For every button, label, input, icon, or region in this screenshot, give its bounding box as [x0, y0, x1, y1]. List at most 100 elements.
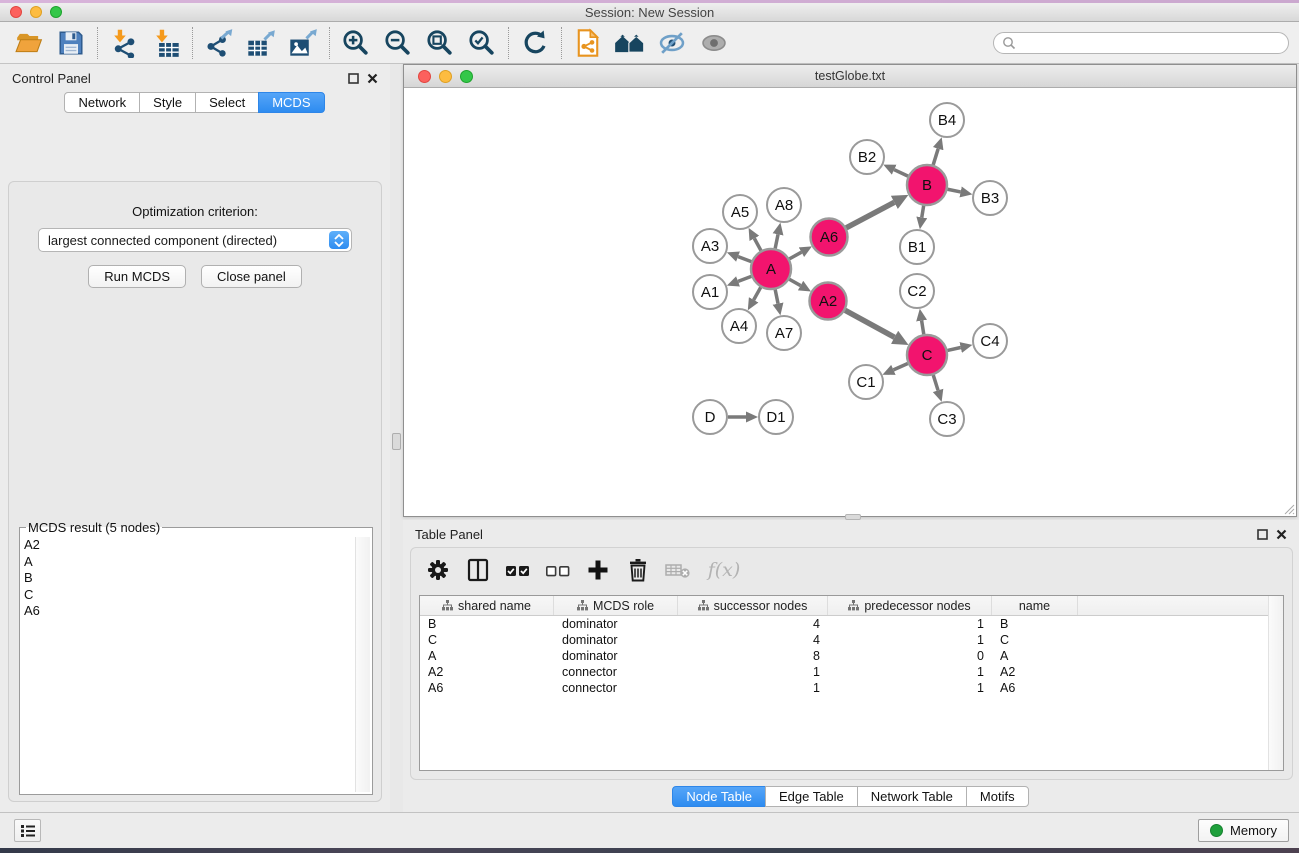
tab-network-table[interactable]: Network Table	[857, 786, 967, 807]
search-box[interactable]	[993, 32, 1289, 54]
panel-selector-button[interactable]	[14, 819, 41, 842]
table-row[interactable]: A6connector11A6	[420, 680, 1283, 696]
edge-B-B4[interactable]	[933, 149, 938, 165]
node-A4[interactable]: A4	[722, 309, 756, 343]
node-B4[interactable]: B4	[930, 103, 964, 137]
node-A6[interactable]: A6	[811, 219, 848, 256]
zoom-in-button[interactable]	[335, 25, 377, 61]
edge-A-A1[interactable]	[738, 276, 751, 281]
refresh-button[interactable]	[514, 25, 556, 61]
node-C[interactable]: C	[907, 335, 947, 375]
hide-selected-button[interactable]	[651, 25, 693, 61]
result-item[interactable]: A	[24, 554, 372, 571]
column-header-name[interactable]: name	[992, 596, 1078, 615]
tab-edge-table[interactable]: Edge Table	[765, 786, 858, 807]
float-panel-icon[interactable]	[1257, 529, 1268, 540]
import-network-button[interactable]	[103, 25, 145, 61]
node-B[interactable]: B	[907, 165, 947, 205]
import-table-button[interactable]	[145, 25, 187, 61]
node-D[interactable]: D	[693, 400, 727, 434]
node-C1[interactable]: C1	[849, 365, 883, 399]
edge-A2-C[interactable]	[845, 310, 894, 337]
close-window-icon[interactable]	[10, 6, 22, 18]
result-item[interactable]: A6	[24, 603, 372, 620]
table-options-button[interactable]	[421, 553, 455, 587]
result-item[interactable]: C	[24, 587, 372, 604]
edge-A-A5[interactable]	[754, 238, 761, 250]
table-row[interactable]: A2connector11A2	[420, 664, 1283, 680]
close-panel-button[interactable]: Close panel	[201, 265, 302, 288]
network-graph[interactable]: AA1A2A3A4A5A6A7A8BB1B2B3B4CC1C2C3C4DD1	[404, 88, 1296, 516]
edge-C-C2[interactable]	[922, 321, 924, 335]
edge-C-C3[interactable]	[933, 375, 938, 390]
tab-style[interactable]: Style	[139, 92, 196, 113]
node-D1[interactable]: D1	[759, 400, 793, 434]
zoom-selected-button[interactable]	[461, 25, 503, 61]
export-image-button[interactable]	[282, 25, 324, 61]
export-network-button[interactable]	[198, 25, 240, 61]
column-header-predecessor-nodes[interactable]: predecessor nodes	[828, 596, 992, 615]
tab-node-table[interactable]: Node Table	[672, 786, 766, 807]
table-row[interactable]: Cdominator41C	[420, 632, 1283, 648]
show-all-button[interactable]	[693, 25, 735, 61]
node-A8[interactable]: A8	[767, 188, 801, 222]
tab-motifs[interactable]: Motifs	[966, 786, 1029, 807]
node-C4[interactable]: C4	[973, 324, 1007, 358]
network-canvas[interactable]: AA1A2A3A4A5A6A7A8BB1B2B3B4CC1C2C3C4DD1	[404, 88, 1296, 516]
minimize-network-icon[interactable]	[439, 70, 452, 83]
node-B1[interactable]: B1	[900, 230, 934, 264]
delete-table-button[interactable]	[661, 553, 695, 587]
close-network-icon[interactable]	[418, 70, 431, 83]
function-builder-button[interactable]: f(x)	[701, 553, 747, 587]
save-session-button[interactable]	[50, 25, 92, 61]
node-C2[interactable]: C2	[900, 274, 934, 308]
select-all-rows-button[interactable]	[501, 553, 535, 587]
new-network-from-file-button[interactable]	[567, 25, 609, 61]
close-panel-icon[interactable]	[1276, 529, 1287, 540]
column-header-successor-nodes[interactable]: successor nodes	[678, 596, 828, 615]
maximize-window-icon[interactable]	[50, 6, 62, 18]
minimize-window-icon[interactable]	[30, 6, 42, 18]
result-item[interactable]: B	[24, 570, 372, 587]
node-A3[interactable]: A3	[693, 229, 727, 263]
criterion-select[interactable]: largest connected component (directed)	[38, 228, 352, 252]
node-C3[interactable]: C3	[930, 402, 964, 436]
column-header-shared-name[interactable]: shared name	[420, 596, 554, 615]
result-scrollbar[interactable]	[355, 537, 370, 792]
edge-A-A3[interactable]	[738, 257, 751, 262]
edge-B-B2[interactable]	[894, 170, 908, 176]
deselect-all-rows-button[interactable]	[541, 553, 575, 587]
run-mcds-button[interactable]: Run MCDS	[88, 265, 186, 288]
node-A7[interactable]: A7	[767, 316, 801, 350]
node-table[interactable]: shared nameMCDS rolesuccessor nodesprede…	[419, 595, 1284, 771]
zoom-out-button[interactable]	[377, 25, 419, 61]
column-mode-button[interactable]	[461, 553, 495, 587]
home-button[interactable]	[609, 25, 651, 61]
edge-A-A6[interactable]	[789, 252, 801, 259]
edge-A-A2[interactable]	[789, 279, 800, 285]
network-window-titlebar[interactable]: testGlobe.txt	[404, 65, 1296, 88]
tab-network[interactable]: Network	[64, 92, 140, 113]
node-B3[interactable]: B3	[973, 181, 1007, 215]
edge-B-B3[interactable]	[948, 189, 961, 192]
edge-C-C4[interactable]	[947, 348, 960, 351]
column-header-MCDS-role[interactable]: MCDS role	[554, 596, 678, 615]
float-panel-icon[interactable]	[348, 73, 359, 84]
export-table-button[interactable]	[240, 25, 282, 61]
edge-A-A8[interactable]	[775, 234, 778, 248]
vertical-divider-grip[interactable]	[392, 433, 401, 450]
add-column-button[interactable]	[581, 553, 615, 587]
node-B2[interactable]: B2	[850, 140, 884, 174]
edge-A6-B[interactable]	[846, 202, 894, 228]
search-input[interactable]	[1016, 36, 1280, 50]
node-A1[interactable]: A1	[693, 275, 727, 309]
edge-C-C1[interactable]	[893, 363, 907, 369]
edge-B-B1[interactable]	[922, 206, 924, 218]
tab-mcds[interactable]: MCDS	[258, 92, 324, 113]
edge-A-A4[interactable]	[754, 287, 761, 300]
table-row[interactable]: Adominator80A	[420, 648, 1283, 664]
node-A5[interactable]: A5	[723, 195, 757, 229]
table-scrollbar[interactable]	[1268, 596, 1283, 770]
delete-column-button[interactable]	[621, 553, 655, 587]
close-panel-icon[interactable]	[367, 73, 378, 84]
